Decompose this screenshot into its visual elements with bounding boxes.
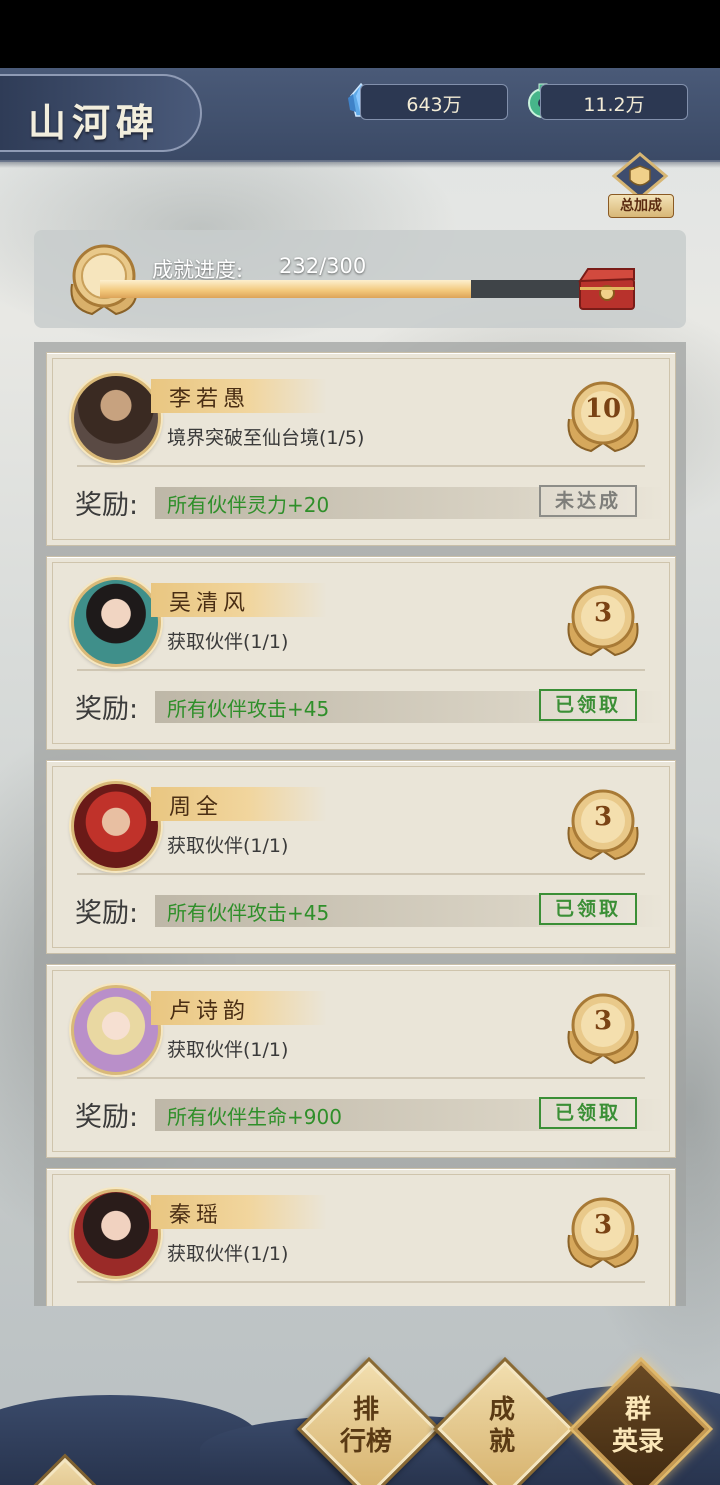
reward-text: 所有伙伴攻击+45 [167,901,330,925]
heroes-label: 群英录 [611,1395,664,1457]
card-divider [77,873,645,875]
reward-text: 所有伙伴生命+900 [167,1105,342,1129]
partner-avatar [71,577,161,667]
status-badge: 已领取 [539,893,637,925]
status-badge: 已领取 [539,689,637,721]
partner-avatar [71,373,161,463]
bottom-navigation: ‹ 排行榜 成就 群英录 [0,1338,720,1485]
achievement-list[interactable]: 李若愚 境界突破至仙台境(1/5) 10 奖励: 所有伙伴灵力+20 未达成 吴… [34,342,686,1306]
jade-counter[interactable]: 11.2万 [540,84,688,120]
progress-value: 232/300 [279,254,367,278]
crystal-counter[interactable]: 643万 [360,84,508,120]
card-divider [77,1077,645,1079]
ranking-label: 排行榜 [339,1395,392,1457]
back-arrow-icon: ‹ [44,1478,84,1485]
page-title: 山河碑 [28,100,161,145]
partner-avatar [71,781,161,871]
achievement-points: 3 [593,802,613,832]
achievement-card[interactable]: 李若愚 境界突破至仙台境(1/5) 10 奖励: 所有伙伴灵力+20 未达成 [46,352,676,546]
achievement-card[interactable]: 吴清风 获取伙伴(1/1) 3 奖励: 所有伙伴攻击+45 已领取 [46,556,676,750]
reward-label: 奖励: [75,898,139,929]
task-description: 获取伙伴(1/1) [167,1039,289,1061]
reward-label: 奖励: [75,1102,139,1133]
task-description: 获取伙伴(1/1) [167,631,289,653]
reward-label: 奖励: [75,694,139,725]
partner-avatar [71,985,161,1075]
reward-text: 所有伙伴攻击+45 [167,697,330,721]
achievement-label: 成就 [488,1395,515,1457]
reward-label: 奖励: [75,490,139,521]
progress-bar-fill [100,280,472,298]
partner-name: 卢诗韵 [169,999,251,1024]
achievement-points: 10 [584,394,622,424]
title-plate: 山河碑 [0,74,202,152]
task-description: 获取伙伴(1/1) [167,1243,289,1265]
crystal-amount: 643万 [406,94,462,116]
partner-name: 吴清风 [169,591,251,616]
partner-name: 李若愚 [169,387,251,412]
achievement-points: 3 [593,598,613,628]
achievement-card[interactable]: 卢诗韵 获取伙伴(1/1) 3 奖励: 所有伙伴生命+900 已领取 [46,964,676,1158]
total-bonus-label: 总加成 [608,194,674,218]
card-divider [77,1281,645,1283]
status-badge: 已领取 [539,1097,637,1129]
progress-bar [100,280,580,298]
reward-text: 所有伙伴灵力+20 [167,493,330,517]
achievement-card[interactable]: 周全 获取伙伴(1/1) 3 奖励: 所有伙伴攻击+45 已领取 [46,760,676,954]
jade-amount: 11.2万 [583,94,645,116]
partner-name: 秦瑶 [169,1203,224,1228]
treasure-chest-icon[interactable] [574,265,640,313]
achievement-points: 3 [593,1210,613,1240]
card-divider [77,465,645,467]
card-divider [77,669,645,671]
task-description: 境界突破至仙台境(1/5) [167,427,365,449]
game-screen: 山河碑 643万 11.2万 总加成 成就进度: 232/300 李若愚 境界突… [0,68,720,1485]
achievement-card[interactable]: 秦瑶 获取伙伴(1/1) 3 [46,1168,676,1306]
top-bar: 山河碑 643万 11.2万 [0,68,720,168]
partner-name: 周全 [169,795,224,820]
status-badge: 未达成 [539,485,637,517]
partner-avatar [71,1189,161,1279]
achievement-points: 3 [593,1006,613,1036]
task-description: 获取伙伴(1/1) [167,835,289,857]
